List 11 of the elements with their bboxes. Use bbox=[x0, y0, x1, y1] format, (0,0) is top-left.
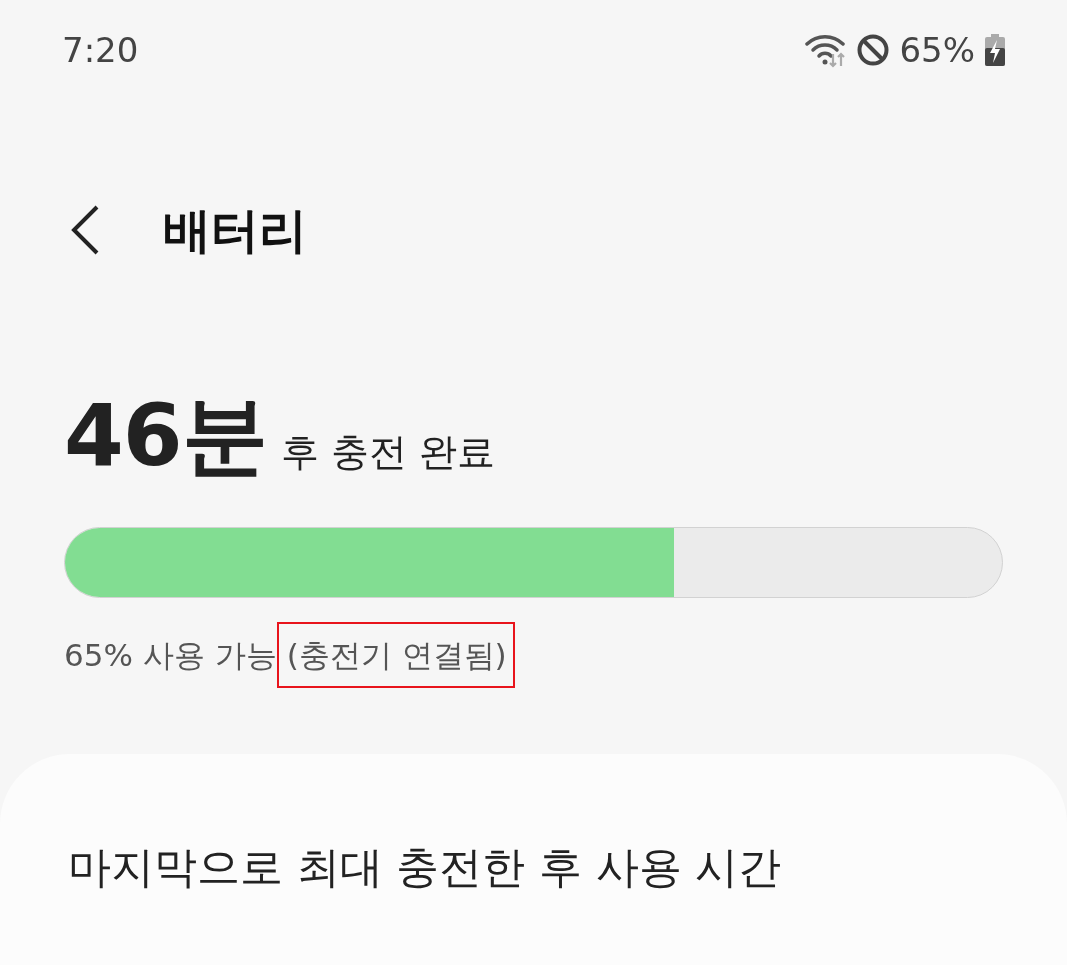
wifi-icon bbox=[805, 32, 848, 68]
remaining-caption: 후 충전 완료 bbox=[280, 429, 495, 475]
charger-status-text: (충전기 연결됨) bbox=[276, 622, 515, 688]
page-title: 배터리 bbox=[163, 201, 307, 260]
back-icon[interactable] bbox=[70, 204, 100, 256]
do-not-disturb-icon bbox=[857, 34, 890, 66]
status-time: 7:20 bbox=[62, 30, 139, 70]
availability-text: 65% 사용 가능 bbox=[64, 636, 277, 675]
card-title: 마지막으로 최대 충전한 후 사용 시간 bbox=[68, 841, 783, 894]
remaining-time: 46분 bbox=[64, 385, 267, 485]
battery-percent: 65% bbox=[899, 30, 975, 70]
